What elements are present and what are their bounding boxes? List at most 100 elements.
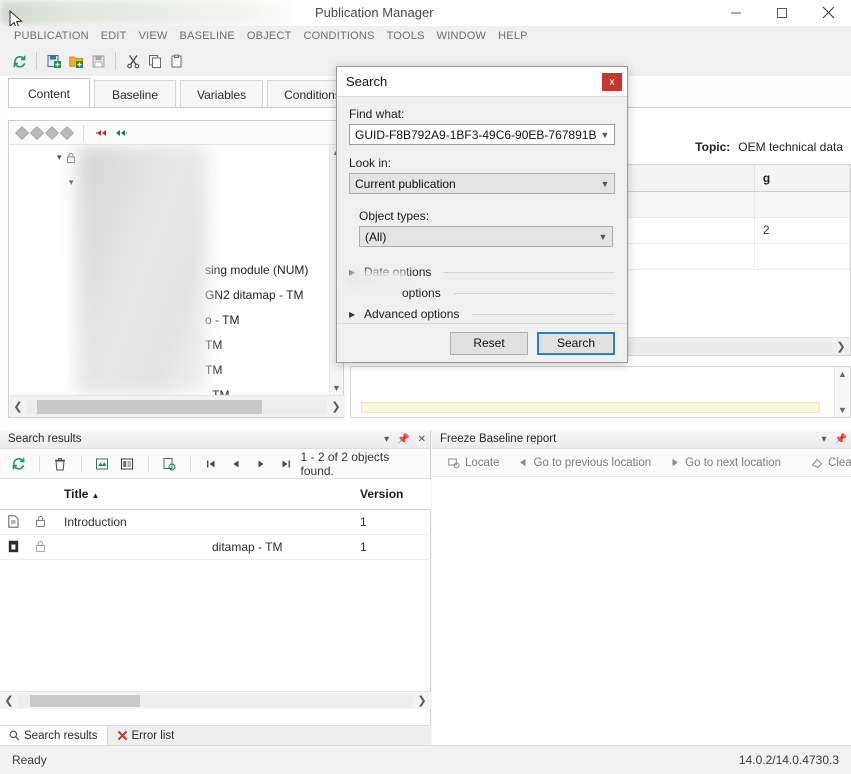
hscroll-thumb[interactable] [37,400,262,414]
save-icon[interactable] [43,50,65,72]
diamond-icon-2[interactable] [30,125,44,139]
table-row[interactable]: ditamap - TM 1 [0,534,431,559]
sr-scroll-left-icon[interactable]: ❮ [0,694,18,707]
date-options-section[interactable]: ▶ Date options [349,262,615,282]
diamond-icon-3[interactable] [45,125,59,139]
reset-button[interactable]: Reset [450,332,528,355]
tab-search-results[interactable]: Search results [0,726,108,745]
collapse-all-icon[interactable] [95,127,109,139]
menu-item-baseline[interactable]: BASELINE [174,28,241,44]
tree-row-label: - TM [205,388,229,396]
sr-hscroll-track[interactable] [18,695,413,707]
close-icon[interactable] [805,0,851,26]
copy-icon[interactable] [144,50,166,72]
menu-item-edit[interactable]: EDIT [95,28,133,44]
editor-scroll-up-icon[interactable]: ▲ [838,367,847,381]
properties-icon[interactable] [117,453,138,475]
locate-button[interactable]: Locate [440,454,508,472]
tree-row[interactable]: - TM [9,382,329,395]
cut-icon[interactable] [122,50,144,72]
editor-vertical-scrollbar[interactable]: ▲ ▼ [834,367,850,417]
detail-scroll-right-icon[interactable]: ❯ [832,340,850,353]
blurred-options-section[interactable]: options [349,283,615,303]
save-all-icon[interactable] [87,50,109,72]
sr-hscroll-thumb[interactable] [30,695,140,707]
export-icon[interactable] [159,453,180,475]
tab-variables[interactable]: Variables [180,80,263,108]
table-row[interactable]: Introduction 1 [0,509,431,534]
chevron-down-icon[interactable]: ▼ [596,130,614,140]
tree-row[interactable]: GN2 ditamap - TM [9,282,329,307]
tree-row-label: TM [205,363,222,377]
minimize-icon[interactable] [713,0,759,26]
diamond-icon-1[interactable] [15,125,29,139]
column-header-title[interactable]: Title▲ [56,479,352,509]
go-to-next-location-button[interactable]: Go to next location [661,454,789,472]
chevron-down-icon[interactable]: ▼ [596,179,614,189]
search-results-grid[interactable]: Title▲ Version Introduction 1 [0,479,431,560]
search-dialog-close-button[interactable]: x [602,73,622,91]
menu-item-object[interactable]: OBJECT [241,28,298,44]
tab-error-list[interactable]: Error list [108,726,184,745]
tree-row[interactable] [9,195,329,231]
chevron-down-icon[interactable]: ▼ [594,232,612,242]
content-tree-horizontal-scrollbar[interactable]: ❮ ❯ [9,395,345,417]
scroll-left-icon[interactable]: ❮ [9,400,27,413]
scroll-down-icon[interactable]: ▼ [332,381,341,395]
menu-item-window[interactable]: WINDOW [431,28,492,44]
expander-icon[interactable]: ▾ [57,152,62,163]
previous-page-icon[interactable] [226,453,247,475]
refresh-icon[interactable] [8,453,29,475]
menu-item-view[interactable]: VIEW [133,28,174,44]
look-in-select[interactable]: Current publication ▼ [349,173,615,194]
search-results-horizontal-scrollbar[interactable]: ❮ ❯ [0,691,431,709]
next-page-icon[interactable] [251,453,272,475]
paste-icon[interactable] [166,50,188,72]
menu-item-tools[interactable]: TOOLS [381,28,431,44]
diamond-icon-4[interactable] [60,125,74,139]
maximize-icon[interactable] [759,0,805,26]
search-button[interactable]: Search [537,332,615,355]
tree-row[interactable]: TM [9,332,329,357]
menu-item-help[interactable]: HELP [492,28,534,44]
menu-bar: PUBLICATION EDIT VIEW BASELINE OBJECT CO… [0,26,851,46]
expander-icon[interactable]: ▾ [69,177,74,188]
editor-scroll-down-icon[interactable]: ▼ [838,403,847,417]
tree-row[interactable]: TM [9,357,329,382]
panel-auto-hide-pin-icon[interactable]: 📌 [835,434,847,445]
panel-close-icon[interactable]: ✕ [418,434,426,445]
last-page-icon[interactable] [276,453,297,475]
panel-menu-caret-icon[interactable]: ▾ [384,434,389,445]
object-types-select[interactable]: (All) ▼ [359,226,613,247]
advanced-options-section[interactable]: ▶ Advanced options [349,304,615,324]
menu-item-conditions[interactable]: CONDITIONS [298,28,381,44]
editor-preview-box[interactable]: ▲ ▼ [350,366,851,418]
refresh-icon[interactable] [8,50,30,72]
column-header-version[interactable]: Version [352,479,431,509]
tree-row[interactable] [9,231,329,257]
sr-scroll-right-icon[interactable]: ❯ [413,694,431,707]
tab-content[interactable]: Content [8,78,90,108]
panel-auto-hide-pin-icon[interactable]: 📌 [397,434,409,445]
find-what-input[interactable]: GUID-F8B792A9-1BF3-49C6-90EB-767891BD9F5… [349,124,615,145]
open-in-editor-icon[interactable] [92,453,113,475]
first-page-icon[interactable] [201,453,222,475]
delete-icon[interactable] [50,453,71,475]
clear-all-button[interactable]: Clear all [803,454,851,472]
expand-all-icon[interactable] [114,127,128,139]
tree-row[interactable]: sing module (NUM) [9,257,329,282]
menu-item-publication[interactable]: PUBLICATION [8,28,95,44]
column-header-extra[interactable]: g [754,165,849,191]
tab-baseline[interactable]: Baseline [94,80,176,108]
tree-row[interactable]: ▾ [9,145,329,170]
topic-label: Topic: [695,140,730,154]
tree-row[interactable]: o - TM [9,307,329,332]
freeze-baseline-body[interactable] [432,477,851,764]
go-to-previous-location-button[interactable]: Go to previous location [510,454,660,472]
scroll-right-icon[interactable]: ❯ [327,400,345,413]
save-as-icon[interactable] [65,50,87,72]
hscroll-track[interactable] [27,400,327,414]
content-tree-body[interactable]: ▾ ▾ sing module (NUM) [9,145,343,395]
tree-row[interactable]: ▾ [9,170,329,195]
panel-menu-caret-icon[interactable]: ▾ [822,434,827,445]
